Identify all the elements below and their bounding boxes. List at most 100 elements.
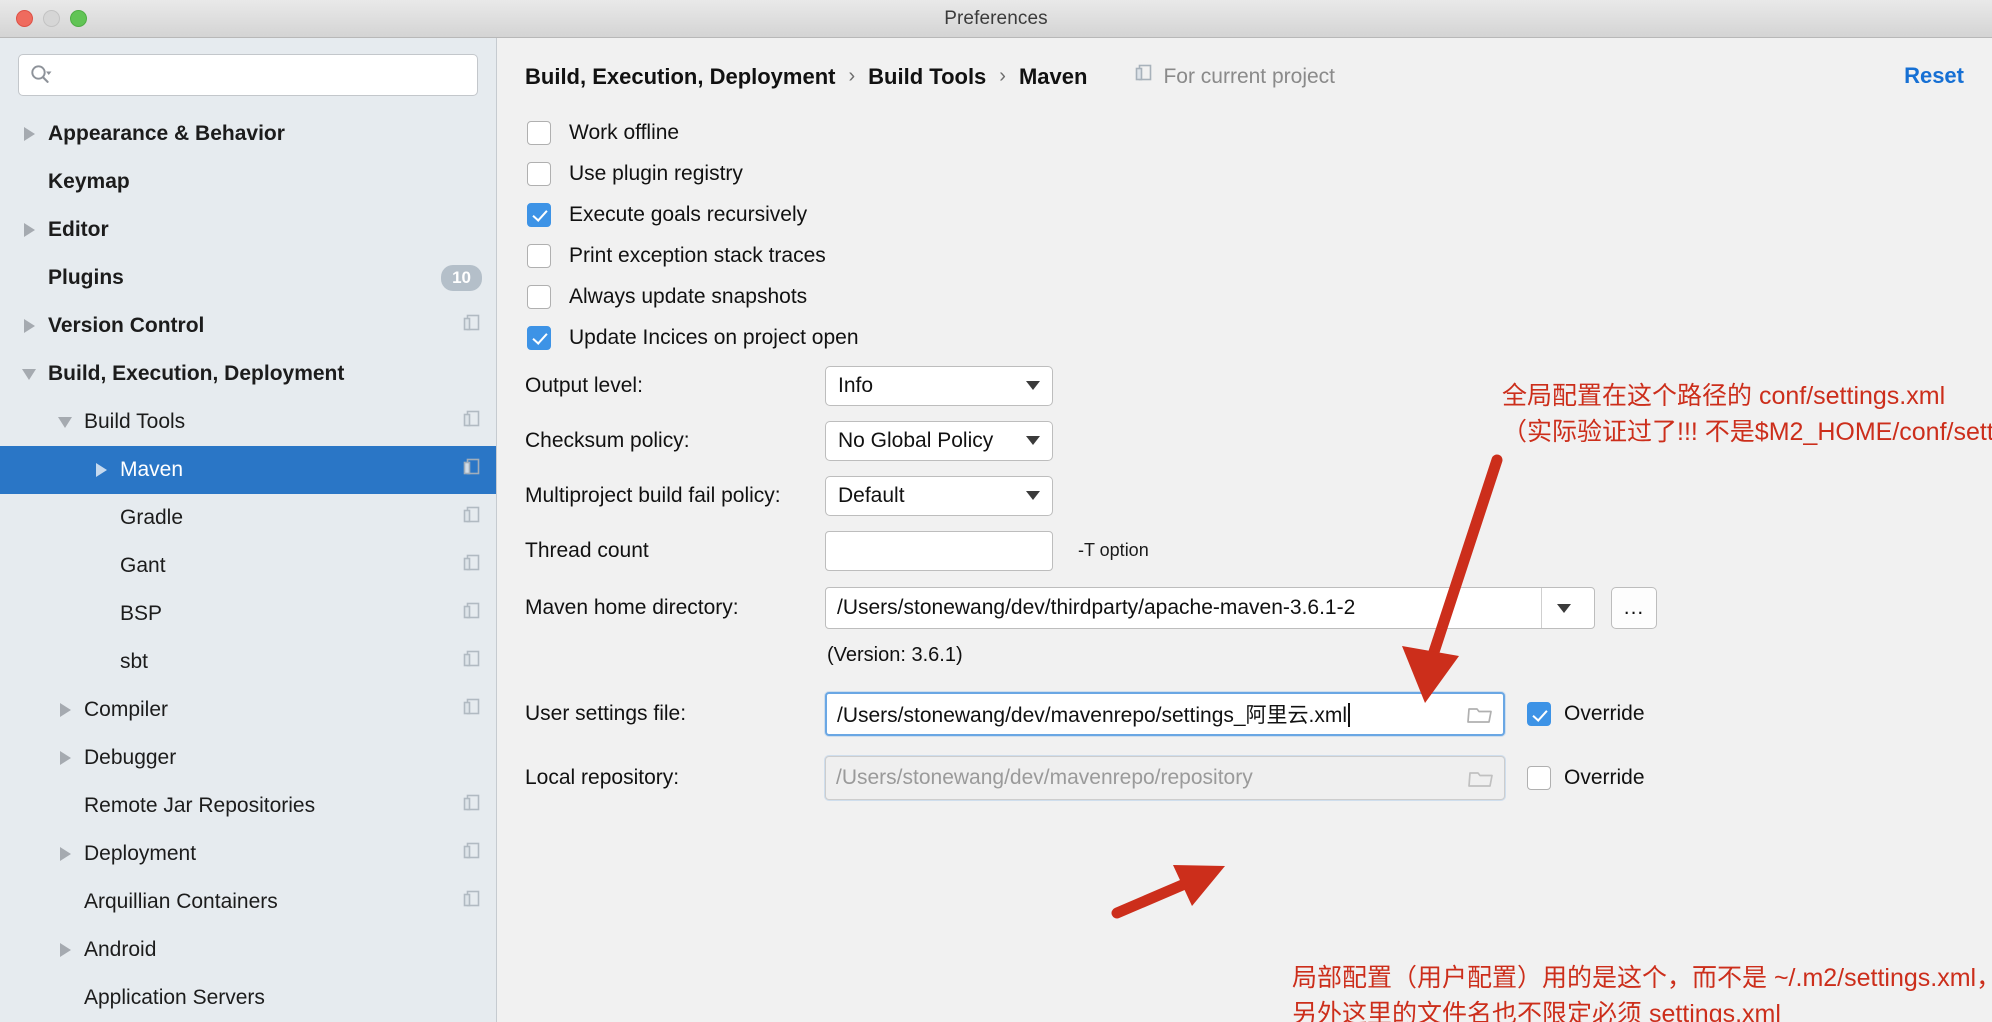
project-scope-label: For current project [1163, 64, 1336, 88]
checkbox-row[interactable]: Always update snapshots [525, 276, 1992, 317]
chevron-down-icon[interactable] [54, 411, 76, 433]
copy-to-project-icon[interactable] [462, 505, 482, 531]
local-repository-label: Local repository: [525, 766, 680, 789]
user-settings-file-input[interactable]: /Users/stonewang/dev/mavenrepo/settings_… [825, 692, 1505, 736]
checkbox-row[interactable]: Execute goals recursively [525, 194, 1992, 235]
sidebar-item-label: Version Control [48, 314, 205, 337]
search-input[interactable] [53, 55, 467, 95]
chevron-right-icon[interactable] [54, 843, 76, 865]
sidebar-item-label: Gant [120, 554, 166, 577]
sidebar-item-bsp[interactable]: BSP [0, 590, 496, 638]
sidebar-item-build-tools[interactable]: Build Tools [0, 398, 496, 446]
sidebar-item-label: sbt [120, 650, 149, 673]
chevron-right-icon[interactable] [18, 219, 40, 241]
checkbox-always-update-snapshots[interactable] [527, 284, 551, 309]
maven-home-dropdown-icon[interactable] [1542, 588, 1586, 628]
select-list: Output level: Info Checksum policy: No Glob… [525, 358, 1992, 523]
local-repository-override[interactable]: Override [1527, 766, 1645, 790]
sidebar-item-label: Deployment [84, 842, 197, 865]
maven-home-combobox[interactable]: /Users/stonewang/dev/thirdparty/apache-m… [825, 587, 1595, 629]
select-multiproject-build-fail-policy[interactable]: Default [825, 475, 1053, 516]
checkbox-execute-goals-recursively[interactable] [527, 202, 551, 227]
sidebar-item-gradle[interactable]: Gradle [0, 494, 496, 542]
copy-to-project-icon[interactable] [462, 649, 482, 675]
checkbox-print-exception-stack-traces[interactable] [527, 243, 551, 268]
folder-icon[interactable] [1466, 768, 1496, 789]
checkbox-label: Always update snapshots [569, 284, 808, 308]
sidebar-item-debugger[interactable]: Debugger [0, 734, 496, 782]
chevron-right-icon[interactable] [54, 747, 76, 769]
window-title: Preferences [944, 7, 1048, 29]
folder-icon[interactable] [1465, 704, 1495, 725]
breadcrumb-item-0[interactable]: Build, Execution, Deployment [525, 64, 835, 90]
breadcrumb-item-1[interactable]: Build Tools [868, 64, 986, 90]
select-checksum-policy[interactable]: No Global Policy [825, 420, 1053, 461]
maximize-window-button[interactable] [70, 10, 87, 27]
chevron-right-icon[interactable] [54, 699, 76, 721]
copy-to-project-icon[interactable] [462, 457, 482, 483]
window-body: Appearance & Behavior Keymap Editor Plugins… [0, 38, 1992, 1022]
chevron-right-icon[interactable] [54, 939, 76, 961]
chevron-down-icon[interactable] [18, 363, 40, 385]
checkbox-label: Work offline [569, 120, 680, 144]
maven-home-value: /Users/stonewang/dev/thirdparty/apache-m… [837, 596, 1356, 619]
maven-version-note: (Version: 3.6.1) [827, 644, 963, 666]
checkbox-row[interactable]: Print exception stack traces [525, 235, 1992, 276]
sidebar-item-label: Compiler [84, 698, 169, 721]
breadcrumb-item-2[interactable]: Maven [1019, 64, 1087, 90]
select-value: Default [838, 483, 905, 507]
reset-button[interactable]: Reset [1904, 63, 1964, 89]
breadcrumb-separator: › [848, 65, 856, 87]
checkbox-use-plugin-registry[interactable] [527, 161, 551, 186]
sidebar-item-badge: 10 [441, 265, 482, 291]
thread-count-label: Thread count [525, 538, 649, 562]
checkbox-update-incices-on-project-open[interactable] [527, 325, 551, 350]
local-repository-input[interactable]: /Users/stonewang/dev/mavenrepo/repositor… [825, 756, 1505, 800]
copy-to-project-icon[interactable] [462, 841, 482, 867]
checkbox-row[interactable]: Use plugin registry [525, 153, 1992, 194]
chevron-right-icon[interactable] [18, 123, 40, 145]
sidebar-item-label: Keymap [48, 170, 130, 193]
sidebar-item-remote-jar-repositories[interactable]: Remote Jar Repositories [0, 782, 496, 830]
copy-to-project-icon[interactable] [462, 697, 482, 723]
chevron-right-icon[interactable] [18, 315, 40, 337]
sidebar-item-gant[interactable]: Gant [0, 542, 496, 590]
sidebar-item-plugins[interactable]: Plugins 10 [0, 254, 496, 302]
sidebar-item-maven[interactable]: Maven [0, 446, 496, 494]
copy-to-project-icon[interactable] [462, 889, 482, 915]
sidebar-item-application-servers[interactable]: Application Servers [0, 974, 496, 1022]
thread-count-input[interactable] [825, 530, 1053, 571]
sidebar-item-deployment[interactable]: Deployment [0, 830, 496, 878]
checkbox-row[interactable]: Work offline [525, 112, 1992, 153]
select-row: Checksum policy: No Global Policy [525, 413, 1992, 468]
sidebar-item-android[interactable]: Android [0, 926, 496, 974]
sidebar-item-sbt[interactable]: sbt [0, 638, 496, 686]
sidebar-item-editor[interactable]: Editor [0, 206, 496, 254]
checkbox-work-offline[interactable] [527, 120, 551, 145]
select-value: Info [838, 373, 874, 397]
minimize-window-button[interactable] [43, 10, 60, 27]
sidebar-item-keymap[interactable]: Keymap [0, 158, 496, 206]
sidebar-item-compiler[interactable]: Compiler [0, 686, 496, 734]
user-settings-override-checkbox[interactable] [1527, 702, 1551, 726]
copy-to-project-icon[interactable] [462, 313, 482, 339]
user-settings-override[interactable]: Override [1527, 702, 1645, 726]
sidebar-item-arquillian-containers[interactable]: Arquillian Containers [0, 878, 496, 926]
maven-home-browse-button[interactable]: ... [1611, 587, 1657, 629]
local-repository-override-checkbox[interactable] [1527, 766, 1551, 790]
checkbox-row[interactable]: Update Incices on project open [525, 317, 1992, 358]
close-window-button[interactable] [16, 10, 33, 27]
search-box[interactable] [18, 54, 478, 96]
copy-to-project-icon[interactable] [462, 601, 482, 627]
select-output-level[interactable]: Info [825, 365, 1053, 406]
copy-to-project-icon[interactable] [462, 409, 482, 435]
copy-to-project-icon[interactable] [462, 553, 482, 579]
user-settings-label: User settings file: [525, 702, 687, 725]
chevron-right-icon[interactable] [90, 459, 112, 481]
sidebar-item-label: Remote Jar Repositories [84, 794, 316, 817]
copy-to-project-icon[interactable] [462, 793, 482, 819]
sidebar-item-version-control[interactable]: Version Control [0, 302, 496, 350]
sidebar-item-appearance-behavior[interactable]: Appearance & Behavior [0, 110, 496, 158]
sidebar-item-build-execution-deployment[interactable]: Build, Execution, Deployment [0, 350, 496, 398]
